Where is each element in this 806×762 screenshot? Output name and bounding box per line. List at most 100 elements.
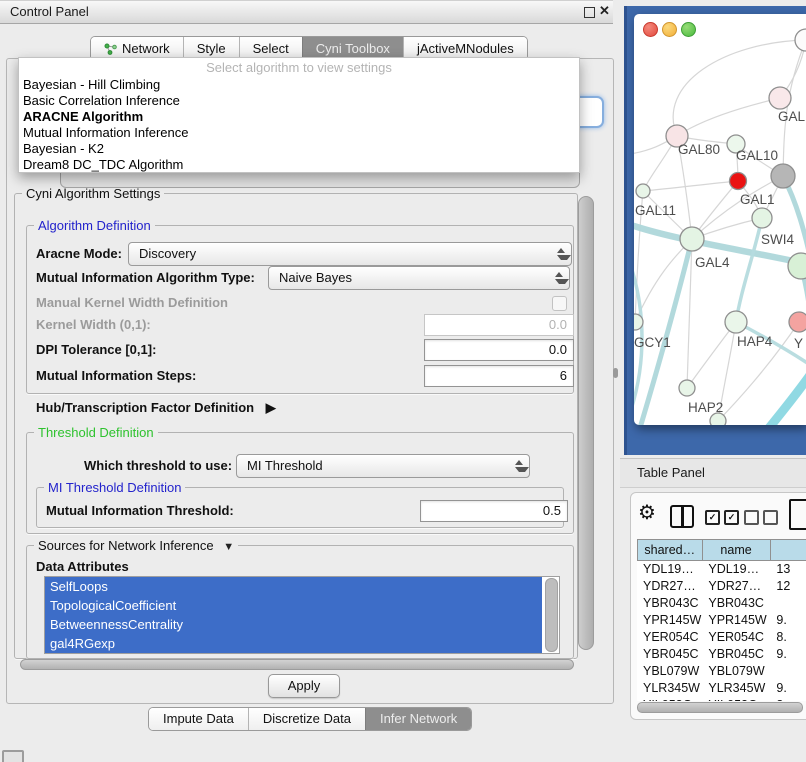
table-cell: YPR145W bbox=[637, 612, 702, 629]
network-view-window[interactable]: GALGAL80GAL10GAL1GAL11GAL4SWI4GCY1HAP4YH… bbox=[634, 14, 806, 425]
network-node-hap4[interactable] bbox=[725, 311, 747, 333]
settings-horizontal-scrollbar[interactable] bbox=[20, 659, 574, 670]
algorithm-option-mutual-information-inference[interactable]: Mutual Information Inference bbox=[19, 125, 579, 141]
table-cell: 9. bbox=[770, 612, 806, 629]
stepper-icon bbox=[557, 248, 565, 260]
network-edge[interactable] bbox=[637, 239, 692, 425]
table-cell bbox=[770, 663, 806, 680]
dpi-tolerance-input[interactable]: 0.0 bbox=[424, 339, 574, 361]
settings-vertical-scrollbar[interactable] bbox=[578, 196, 594, 650]
algorithm-option-basic-correlation-inference[interactable]: Basic Correlation Inference bbox=[19, 93, 579, 109]
algorithm-definition-title: Algorithm Definition bbox=[34, 218, 155, 233]
network-edge[interactable] bbox=[677, 98, 780, 136]
hub-definition-label: Hub/Transcription Factor Definition bbox=[36, 400, 254, 415]
which-threshold-select[interactable]: MI Threshold bbox=[236, 454, 530, 478]
network-node-y[interactable] bbox=[789, 312, 806, 332]
select-all-checkboxes-icon[interactable]: ✓ ✓ bbox=[705, 510, 739, 525]
network-edge[interactable] bbox=[783, 40, 806, 176]
data-attributes-scrollbar[interactable] bbox=[545, 578, 558, 652]
column-header-name[interactable]: name bbox=[703, 540, 771, 560]
algorithm-option-dream8-dc-tdc-algorithm[interactable]: Dream8 DC_TDC Algorithm bbox=[19, 157, 579, 173]
table-horizontal-scrollbar[interactable] bbox=[637, 702, 803, 713]
float-window-icon[interactable] bbox=[584, 7, 595, 18]
mi-threshold-definition-title: MI Threshold Definition bbox=[44, 480, 185, 495]
control-panel-titlebar[interactable]: Control Panel ✕ bbox=[0, 0, 613, 24]
table-cell: 8. bbox=[770, 629, 806, 646]
tab-discretize-data[interactable]: Discretize Data bbox=[248, 708, 365, 730]
data-attributes-list[interactable]: SelfLoopsTopologicalCoefficientBetweenne… bbox=[44, 576, 560, 654]
which-threshold-value: MI Threshold bbox=[247, 455, 323, 477]
hub-definition-toggle[interactable]: Hub/Transcription Factor Definition ▶ bbox=[36, 400, 276, 416]
expand-arrow-icon[interactable]: ▶ bbox=[266, 400, 276, 415]
network-node-gal11[interactable] bbox=[636, 184, 650, 198]
table-row[interactable]: YER054CYER054C8. bbox=[637, 629, 806, 646]
checked-box-icon: ✓ bbox=[705, 510, 720, 525]
table-row[interactable]: YBR043CYBR043C bbox=[637, 595, 806, 612]
data-attribute-gal4rgexp[interactable]: gal4RGexp bbox=[45, 634, 542, 653]
panel-splitter-handle[interactable] bbox=[613, 368, 618, 378]
table-cell: YDR27… bbox=[702, 578, 770, 595]
column-header-shared[interactable]: shared… bbox=[637, 540, 703, 560]
mi-threshold-input[interactable]: 0.5 bbox=[420, 500, 568, 522]
table-row[interactable]: YBL079WYBL079W bbox=[637, 663, 806, 680]
network-node[interactable] bbox=[771, 164, 795, 188]
algorithm-option-aracne-algorithm[interactable]: ARACNE Algorithm bbox=[19, 109, 579, 125]
table-row[interactable]: YDL19…YDL19…13 bbox=[637, 561, 806, 578]
table-cell: YDL19… bbox=[702, 561, 770, 578]
network-node-label: GCY1 bbox=[634, 335, 671, 350]
sources-title-row[interactable]: Sources for Network Inference ▼ bbox=[34, 538, 238, 553]
network-edge[interactable] bbox=[687, 322, 736, 388]
network-edge[interactable] bbox=[783, 176, 806, 265]
network-node-hap2[interactable] bbox=[679, 380, 695, 396]
mi-algorithm-type-select[interactable]: Naive Bayes bbox=[268, 266, 570, 290]
algorithm-option-bayesian-hill-climbing[interactable]: Bayesian - Hill Climbing bbox=[19, 77, 579, 93]
data-attribute-topologicalcoefficient[interactable]: TopologicalCoefficient bbox=[45, 596, 542, 615]
data-attribute-selfloops[interactable]: SelfLoops bbox=[45, 577, 542, 596]
apply-button[interactable]: Apply bbox=[268, 674, 340, 698]
kernel-width-input[interactable]: 0.0 bbox=[424, 314, 574, 336]
floating-panel-icon[interactable] bbox=[2, 750, 24, 762]
network-edge[interactable] bbox=[736, 218, 762, 322]
network-node-gal1[interactable] bbox=[752, 208, 772, 228]
table-row[interactable]: YDR27…YDR27…12 bbox=[637, 578, 806, 595]
network-icon bbox=[104, 43, 117, 55]
mi-steps-input[interactable]: 6 bbox=[424, 365, 574, 387]
table-row[interactable]: YPR145WYPR145W9. bbox=[637, 612, 806, 629]
table-cell: YIL052C bbox=[702, 697, 770, 701]
aracne-mode-select[interactable]: Discovery bbox=[128, 242, 572, 266]
manual-kernel-width-checkbox[interactable] bbox=[552, 296, 567, 311]
network-node-label: GAL1 bbox=[740, 192, 775, 207]
column-layout-icon[interactable] bbox=[670, 505, 694, 528]
table-row[interactable]: YIL052CYIL052C8 bbox=[637, 697, 806, 701]
network-edge[interactable] bbox=[643, 181, 738, 191]
data-attribute-betweennesscentrality[interactable]: BetweennessCentrality bbox=[45, 615, 542, 634]
algorithm-option-bayesian-k2[interactable]: Bayesian - K2 bbox=[19, 141, 579, 157]
table-cell bbox=[770, 595, 806, 612]
network-node-gal[interactable] bbox=[769, 87, 791, 109]
document-icon[interactable] bbox=[789, 499, 806, 530]
algorithm-list: Bayesian - Hill ClimbingBasic Correlatio… bbox=[19, 77, 579, 173]
node-table[interactable]: shared…name YDL19…YDL19…13YDR27…YDR27…12… bbox=[637, 539, 806, 701]
table-row[interactable]: YLR345WYLR345W9. bbox=[637, 680, 806, 697]
table-panel-header: Table Panel bbox=[620, 458, 806, 488]
network-node[interactable] bbox=[730, 173, 747, 190]
threshold-definition-title: Threshold Definition bbox=[34, 425, 158, 440]
table-row[interactable]: YBR045CYBR045C9. bbox=[637, 646, 806, 663]
collapse-arrow-icon[interactable]: ▼ bbox=[223, 541, 234, 553]
sources-title: Sources for Network Inference bbox=[38, 538, 214, 553]
network-node-label: GAL10 bbox=[736, 148, 778, 163]
stepper-icon bbox=[515, 460, 523, 472]
tab-impute-data[interactable]: Impute Data bbox=[149, 708, 248, 730]
network-canvas[interactable]: GALGAL80GAL10GAL1GAL11GAL4SWI4GCY1HAP4YH… bbox=[634, 14, 806, 425]
network-node[interactable] bbox=[795, 29, 806, 51]
close-icon[interactable]: ✕ bbox=[599, 3, 610, 19]
table-cell: 9. bbox=[770, 646, 806, 663]
column-header-3[interactable] bbox=[771, 540, 806, 560]
network-node-swi4[interactable] bbox=[788, 253, 806, 279]
deselect-all-checkboxes-icon[interactable] bbox=[744, 510, 778, 525]
tab-infer-network[interactable]: Infer Network bbox=[365, 708, 471, 730]
network-node-gal4[interactable] bbox=[680, 227, 704, 251]
network-edge[interactable] bbox=[753, 368, 806, 425]
gear-icon[interactable]: ⚙ bbox=[638, 500, 656, 525]
unchecked-box-icon bbox=[763, 510, 778, 525]
